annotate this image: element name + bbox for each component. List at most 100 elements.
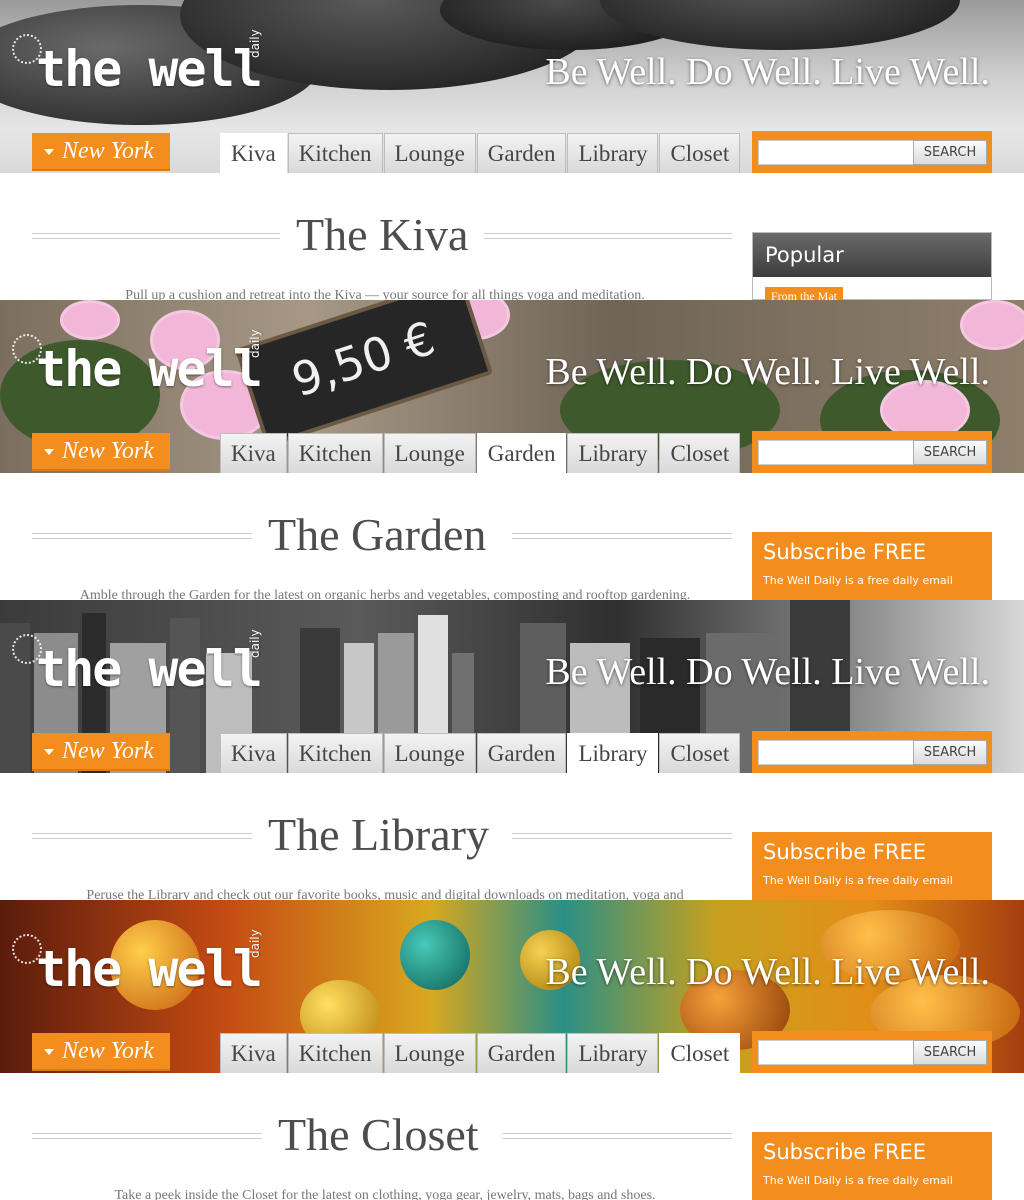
tab-kitchen[interactable]: Kitchen [287, 1033, 383, 1073]
title-rule-left [32, 233, 280, 239]
subscribe-description: The Well Daily is a free daily email [763, 574, 953, 587]
caret-down-icon [44, 449, 54, 455]
tab-lounge[interactable]: Lounge [383, 733, 476, 773]
site-logo[interactable]: the well [36, 640, 263, 698]
subscribe-title: Subscribe FREE [763, 840, 927, 864]
tab-kiva[interactable]: Kiva [220, 433, 287, 473]
site-logo[interactable]: the well [36, 40, 263, 98]
search-button[interactable]: SEARCH [913, 140, 987, 165]
city-selector[interactable]: New York [32, 733, 170, 771]
title-rule-right [512, 533, 732, 539]
city-label: New York [62, 438, 154, 464]
city-label: New York [62, 738, 154, 764]
city-selector[interactable]: New York [32, 433, 170, 471]
city-selector[interactable]: New York [32, 1033, 170, 1071]
page-title: The Kiva [296, 209, 469, 260]
search-input[interactable] [758, 740, 914, 765]
caret-down-icon [44, 749, 54, 755]
kiva-header-banner: the well daily Be Well. Do Well. Live We… [0, 0, 1024, 173]
stone-image [600, 0, 960, 50]
subscribe-description: The Well Daily is a free daily email [763, 874, 953, 887]
tab-lounge[interactable]: Lounge [383, 133, 476, 173]
section-intro: Peruse the Library and check out our fav… [86, 888, 684, 900]
search-button[interactable]: SEARCH [913, 440, 987, 465]
caret-down-icon [44, 149, 54, 155]
tab-closet[interactable]: Closet [659, 433, 741, 473]
tab-kitchen[interactable]: Kitchen [287, 433, 383, 473]
title-rule-left [32, 1133, 262, 1139]
tab-closet[interactable]: Closet [659, 733, 741, 773]
page-title: The Library [268, 809, 489, 860]
city-label: New York [62, 138, 154, 164]
tab-library[interactable]: Library [567, 733, 659, 773]
subscribe-widget[interactable]: Subscribe FREE The Well Daily is a free … [752, 832, 992, 900]
page-title: The Closet [278, 1109, 479, 1160]
site-tagline: Be Well. Do Well. Live Well. [545, 951, 990, 993]
tab-closet[interactable]: Closet [659, 1033, 741, 1073]
title-rule-right [484, 233, 732, 239]
logo-daily-label: daily [248, 629, 262, 658]
closet-header-banner: the well daily Be Well. Do Well. Live We… [0, 900, 1024, 1073]
search-form: SEARCH [752, 1031, 992, 1073]
search-form: SEARCH [752, 431, 992, 473]
tab-kiva[interactable]: Kiva [220, 133, 287, 173]
search-button[interactable]: SEARCH [913, 740, 987, 765]
site-tagline: Be Well. Do Well. Live Well. [545, 351, 990, 393]
tab-kiva[interactable]: Kiva [220, 1033, 287, 1073]
search-form: SEARCH [752, 131, 992, 173]
tab-kitchen[interactable]: Kitchen [287, 133, 383, 173]
title-rule-left [32, 533, 252, 539]
tab-kitchen[interactable]: Kitchen [287, 733, 383, 773]
search-input[interactable] [758, 140, 914, 165]
garden-header-banner: 9,50 € the well daily Be Well. Do Well. … [0, 300, 1024, 473]
tab-library[interactable]: Library [567, 133, 659, 173]
section-tabs: Kiva Kitchen Lounge Garden Library Close… [220, 1033, 741, 1073]
title-rule-right [502, 1133, 732, 1139]
tab-lounge[interactable]: Lounge [383, 433, 476, 473]
logo-daily-label: daily [248, 929, 262, 958]
popular-tag[interactable]: From the Mat [765, 287, 843, 300]
city-label: New York [62, 1038, 154, 1064]
subscribe-description: The Well Daily is a free daily email [763, 1174, 953, 1187]
section-tabs: Kiva Kitchen Lounge Garden Library Close… [220, 733, 741, 773]
flower-image [60, 300, 120, 340]
tab-library[interactable]: Library [567, 433, 659, 473]
site-tagline: Be Well. Do Well. Live Well. [545, 651, 990, 693]
section-tabs: Kiva Kitchen Lounge Garden Library Close… [220, 433, 741, 473]
library-section-panel: the well daily Be Well. Do Well. Live We… [0, 600, 1024, 900]
caret-down-icon [44, 1049, 54, 1055]
chalkboard-price: 9,50 € [285, 310, 442, 408]
tab-garden[interactable]: Garden [476, 433, 567, 473]
bead-image [400, 920, 470, 990]
search-form: SEARCH [752, 731, 992, 773]
site-logo[interactable]: the well [36, 940, 263, 998]
site-logo[interactable]: the well [36, 340, 263, 398]
title-rule-left [32, 833, 252, 839]
tab-closet[interactable]: Closet [659, 133, 741, 173]
library-header-banner: the well daily Be Well. Do Well. Live We… [0, 600, 1024, 773]
flower-image [960, 300, 1024, 350]
logo-daily-label: daily [248, 329, 262, 358]
garden-section-panel: 9,50 € the well daily Be Well. Do Well. … [0, 300, 1024, 600]
closet-section-panel: the well daily Be Well. Do Well. Live We… [0, 900, 1024, 1200]
page-title: The Garden [268, 509, 487, 560]
tab-lounge[interactable]: Lounge [383, 1033, 476, 1073]
title-rule-right [512, 833, 732, 839]
logo-daily-label: daily [248, 29, 262, 58]
search-input[interactable] [758, 1040, 914, 1065]
subscribe-widget[interactable]: Subscribe FREE The Well Daily is a free … [752, 1132, 992, 1200]
tab-kiva[interactable]: Kiva [220, 733, 287, 773]
section-tabs: Kiva Kitchen Lounge Garden Library Close… [220, 133, 741, 173]
tab-garden[interactable]: Garden [476, 133, 567, 173]
search-button[interactable]: SEARCH [913, 1040, 987, 1065]
subscribe-title: Subscribe FREE [763, 1140, 927, 1164]
site-tagline: Be Well. Do Well. Live Well. [545, 51, 990, 93]
subscribe-widget[interactable]: Subscribe FREE The Well Daily is a free … [752, 532, 992, 600]
tab-garden[interactable]: Garden [476, 733, 567, 773]
kiva-section-panel: the well daily Be Well. Do Well. Live We… [0, 0, 1024, 300]
city-selector[interactable]: New York [32, 133, 170, 171]
search-input[interactable] [758, 440, 914, 465]
section-intro: Amble through the Garden for the latest … [79, 588, 691, 600]
tab-library[interactable]: Library [567, 1033, 659, 1073]
tab-garden[interactable]: Garden [476, 1033, 567, 1073]
